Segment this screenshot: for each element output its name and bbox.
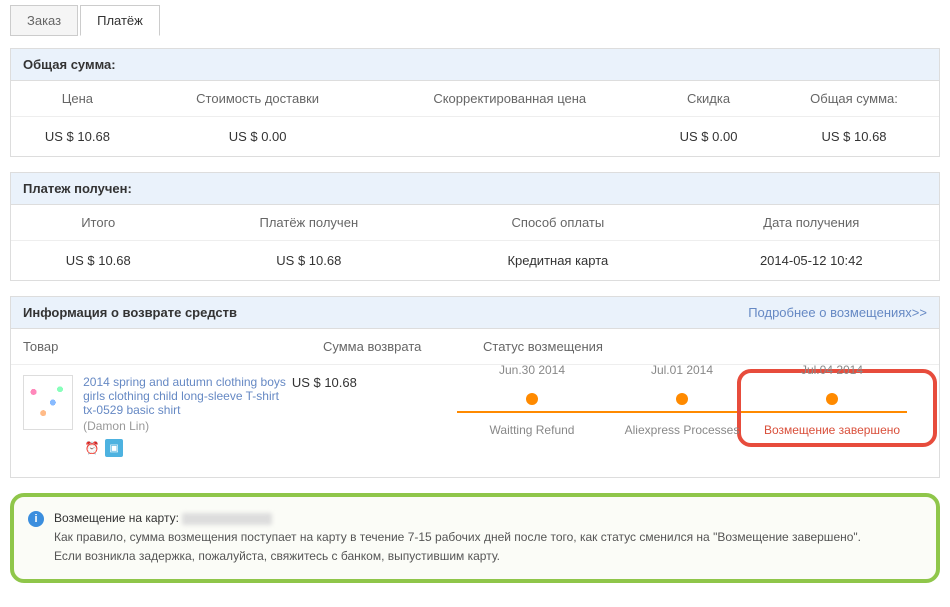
refund-amount: US $ 10.68	[292, 375, 437, 390]
th-received: Платёж получен	[185, 205, 432, 241]
info-icon: i	[28, 511, 44, 527]
tabs: Заказ Платёж	[10, 5, 940, 36]
info-text: Возмещение на карту: Как правило, сумма …	[54, 509, 861, 567]
refund-section: Информация о возврате средств Подробнее …	[10, 296, 940, 478]
th-itogo: Итого	[11, 205, 185, 241]
refund-title: Информация о возврате средств	[23, 305, 237, 320]
total-section: Общая сумма: Цена Стоимость доставки Ско…	[10, 48, 940, 157]
th-adjusted: Скорректированная цена	[371, 81, 648, 117]
table-row: US $ 10.68 US $ 0.00 US $ 0.00 US $ 10.6…	[11, 117, 939, 157]
info-box: i Возмещение на карту: Как правило, сумм…	[10, 493, 940, 583]
step-label: Waitting Refund	[490, 423, 575, 437]
tab-order[interactable]: Заказ	[10, 5, 78, 36]
step-label: Aliexpress Processes	[625, 423, 740, 437]
photo-icon[interactable]: ▣	[105, 439, 123, 457]
received-table: Итого Платёж получен Способ оплаты Дата …	[11, 205, 939, 280]
td-discount: US $ 0.00	[648, 117, 769, 157]
td-adjusted	[371, 117, 648, 157]
td-method: Кредитная карта	[432, 241, 683, 281]
col-amount: Сумма возврата	[323, 339, 483, 354]
td-shipping: US $ 0.00	[144, 117, 372, 157]
timeline-step-3: Jul.04 2014 Возмещение завершено	[757, 385, 907, 437]
total-title: Общая сумма:	[11, 49, 939, 81]
step-date: Jun.30 2014	[499, 363, 565, 377]
received-section: Платеж получен: Итого Платёж получен Спо…	[10, 172, 940, 281]
info-line2: Как правило, сумма возмещения поступает …	[54, 530, 861, 544]
received-title: Платеж получен:	[11, 173, 939, 205]
refund-timeline: Jun.30 2014 Waitting Refund Jul.01 2014 …	[437, 375, 927, 437]
th-shipping: Стоимость доставки	[144, 81, 372, 117]
step-dot-icon	[676, 393, 688, 405]
step-dot-icon	[826, 393, 838, 405]
step-label: Возмещение завершено	[764, 423, 900, 437]
td-total: US $ 10.68	[769, 117, 939, 157]
tab-payment[interactable]: Платёж	[80, 5, 160, 36]
timeline-step-1: Jun.30 2014 Waitting Refund	[457, 385, 607, 437]
td-itogo: US $ 10.68	[11, 241, 185, 281]
step-date: Jul.01 2014	[651, 363, 713, 377]
step-date: Jul.04 2014	[801, 363, 863, 377]
col-status: Статус возмещения	[483, 339, 927, 354]
td-date: 2014-05-12 10:42	[684, 241, 939, 281]
product-thumbnail[interactable]	[23, 375, 73, 430]
th-date: Дата получения	[684, 205, 939, 241]
td-received: US $ 10.68	[185, 241, 432, 281]
info-line3: Если возникла задержка, пожалуйста, свяж…	[54, 549, 500, 563]
col-product: Товар	[23, 339, 323, 354]
th-method: Способ оплаты	[432, 205, 683, 241]
refund-row: 2014 spring and autumn clothing boys gir…	[11, 365, 939, 477]
td-price: US $ 10.68	[11, 117, 144, 157]
total-table: Цена Стоимость доставки Скорректированна…	[11, 81, 939, 156]
refund-more-link[interactable]: Подробнее о возмещениях>>	[748, 305, 927, 320]
th-total: Общая сумма:	[769, 81, 939, 117]
refund-columns: Товар Сумма возврата Статус возмещения	[11, 329, 939, 365]
step-dot-icon	[526, 393, 538, 405]
product-link[interactable]: 2014 spring and autumn clothing boys gir…	[83, 375, 286, 417]
info-lead: Возмещение на карту:	[54, 511, 179, 525]
clock-icon[interactable]: ⏰	[83, 439, 101, 457]
table-row: US $ 10.68 US $ 10.68 Кредитная карта 20…	[11, 241, 939, 281]
th-price: Цена	[11, 81, 144, 117]
redacted-card	[182, 513, 272, 525]
timeline-step-2: Jul.01 2014 Aliexpress Processes	[607, 385, 757, 437]
product-vendor: (Damon Lin)	[83, 419, 292, 433]
th-discount: Скидка	[648, 81, 769, 117]
product-info: 2014 spring and autumn clothing boys gir…	[83, 375, 292, 457]
